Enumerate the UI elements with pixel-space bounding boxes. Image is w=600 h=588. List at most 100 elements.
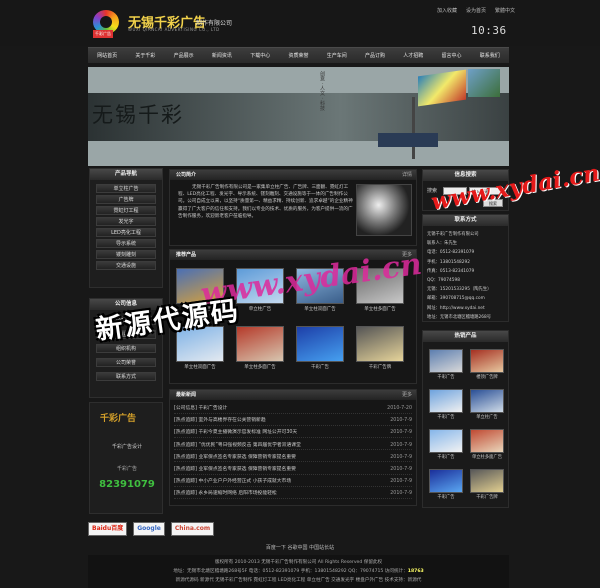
nav-workshop[interactable]: 生产车间 [325,52,349,59]
friend-link-baidu[interactable]: Baidu百度 [88,522,128,536]
nav-download[interactable]: 下载中心 [248,52,272,59]
news-title[interactable]: [热点追踪] 业军保点签名专家获选 保障营销专家提名重要 [174,455,296,460]
product-card[interactable]: 千彩广告牌 [356,326,404,370]
news-more-link[interactable]: 更多 [402,390,412,400]
news-title[interactable]: [热点追踪] 业军保点签名专家获选 保障营销专家提名重要 [174,467,296,472]
hot-product-card[interactable]: 千彩广告 [429,469,463,500]
product-nav-item[interactable]: 发光字 [96,217,156,226]
about-more-link[interactable]: 详情 [402,170,412,180]
about-title: 公司简介 [176,172,197,178]
news-title[interactable]: [热点追踪] “优优民”粤日强视频反击 第四届优学者双语课堂 [174,443,301,448]
brand-subtitle: 制作有限公司 [196,20,233,27]
hot-product-image[interactable] [470,429,504,453]
hot-product-image[interactable] [429,469,463,493]
news-row[interactable]: [热点追踪] 业军保点签名专家获选 保障营销专家提名重要 2010-7-9 [174,465,412,475]
news-row[interactable]: [热点追踪] 业军保点签名专家获选 保障营销专家提名重要 2010-7-9 [174,453,412,463]
news-date: 2010-7-9 [390,418,412,424]
hot-product-image[interactable] [429,389,463,413]
product-image[interactable] [356,326,404,362]
product-nav-item[interactable]: LED亮化工程 [96,228,156,237]
product-image[interactable] [236,326,284,362]
nav-messages[interactable]: 留言中心 [440,52,464,59]
product-nav-item[interactable]: 交通设施 [96,261,156,270]
hot-product-card[interactable]: 千彩广告牌 [470,469,504,500]
friend-link-china[interactable]: China.com [170,522,215,536]
hot-product-caption[interactable]: 千彩广告 [429,374,463,380]
product-nav-item[interactable]: 广告牌 [96,195,156,204]
product-caption[interactable]: 千彩广告 [296,364,344,370]
hot-product-card[interactable]: 千彩广告 [429,349,463,380]
nav-home[interactable]: 网站首页 [95,52,119,59]
contact-line: 地址：无锡市北塘区稽塘路268号 [427,314,492,320]
news-date: 2010-7-9 [390,454,412,460]
company-info-item[interactable]: 公司荣誉 [96,358,156,367]
news-row[interactable]: [热点追踪] 室外与高楼界存在公关营销新趋 2010-7-9 [174,416,412,426]
contact-line: 传真：0513-82341079 [427,268,475,274]
nav-about[interactable]: 关于千彩 [133,52,157,59]
news-row[interactable]: [热点追踪] “优优民”粤日强视频反击 第四届优学者双语课堂 2010-7-9 [174,441,412,451]
product-card[interactable]: 单立柱多面广告 [236,326,284,370]
hot-product-caption[interactable]: 千彩广告 [429,414,463,420]
product-nav-item[interactable]: 导示系统 [96,239,156,248]
nav-contact[interactable]: 联系我们 [478,52,502,59]
hot-product-card[interactable]: 楼顶广告牌 [470,349,504,380]
hot-product-caption[interactable]: 单立柱多面广告 [470,454,504,460]
promo-phone: 82391079 [99,479,155,490]
add-favorite-link[interactable]: 加入收藏 [437,7,457,14]
product-nav-item[interactable]: 镂刻雕刻 [96,250,156,259]
news-title[interactable]: [公司信息] 千彩广告设计 [174,406,227,411]
footer-keywords: 新源代源码 新源代 无锡千彩广告制作 霓虹灯工程 LED亮化工程 单立柱广告 交… [175,578,422,583]
about-panel: 公司简介 详情 无锡千彩广告制作有限公司是一家集单立柱广告、广告牌、三面翻、霓虹… [169,169,417,246]
news-row[interactable]: [热点追踪] 永乡局速缩时网络 后阳市场投能轻松 2010-7-9 [174,489,412,499]
hot-product-image[interactable] [470,349,504,373]
news-date: 2010-7-9 [390,467,412,472]
product-nav-item[interactable]: 霓虹灯工程 [96,206,156,215]
nav-jobs[interactable]: 人才招聘 [401,52,425,59]
billboard-pole [412,97,415,159]
nav-order[interactable]: 产品订购 [363,52,387,59]
hot-product-caption[interactable]: 单立柱广告 [470,414,504,420]
nav-news[interactable]: 新闻资讯 [210,52,234,59]
logo-word: 千彩广告 [93,30,113,38]
hot-product-caption[interactable]: 千彩广告牌 [470,494,504,500]
banner[interactable]: 无锡千彩 创意 · 人文 · 科技 [88,67,509,166]
hot-product-card[interactable]: 单立柱广告 [470,389,504,420]
product-card[interactable]: 千彩广告 [296,326,344,370]
product-image[interactable] [296,326,344,362]
hot-product-card[interactable]: 千彩广告 [429,429,463,460]
news-row[interactable]: [热点追踪] 千彩今夏主播微演示官发标准 网址公开可30天 2010-7-9 [174,428,412,438]
hot-product-caption[interactable]: 楼顶广告牌 [470,374,504,380]
product-nav-item[interactable]: 单立柱广告 [96,184,156,193]
set-homepage-link[interactable]: 设为首页 [466,7,486,14]
traditional-chinese-link[interactable]: 繁體中文 [495,7,515,14]
news-title[interactable]: [热点追踪] 千彩今夏主播微演示官发标准 网址公开可30天 [174,430,297,435]
news-title[interactable]: [热点追踪] 中小产业户户外经营正式 小孩子成就大市场 [174,479,291,484]
visit-counter: 18763 [407,569,424,574]
product-caption[interactable]: 单立柱双面广告 [176,364,224,370]
hot-product-image[interactable] [429,349,463,373]
friend-link-google[interactable]: Google [133,522,165,536]
hot-product-image[interactable] [429,429,463,453]
hot-product-caption[interactable]: 千彩广告 [429,494,463,500]
hot-product-card[interactable]: 单立柱多面广告 [470,429,504,460]
contact-line: QQ：79074598 [427,278,460,283]
nav-honors[interactable]: 资质荣誉 [286,52,310,59]
contact-line: 电话：0512-82391079 [427,250,475,256]
news-row[interactable]: [公司信息] 千彩广告设计 2010-7-20 [174,404,412,414]
product-caption[interactable]: 单立柱多面广告 [236,364,284,370]
product-caption[interactable]: 千彩广告牌 [356,364,404,370]
billboard-image [468,69,500,97]
nav-products[interactable]: 产品展示 [172,52,196,59]
hot-product-card[interactable]: 千彩广告 [429,389,463,420]
news-title[interactable]: [热点追踪] 室外与高楼界存在公关营销新趋 [174,418,266,423]
hot-product-caption[interactable]: 千彩广告 [429,454,463,460]
product-caption[interactable]: 单立柱多面广告 [356,306,404,312]
news-title[interactable]: [热点追踪] 永乡局速缩时网络 后阳市场投能轻松 [174,491,277,496]
footer-nav[interactable]: 百度一下 谷歌中国 中国站长站 [0,544,600,551]
news-row[interactable]: [热点追踪] 中小产业户户外经营正式 小孩子成就大市场 2010-7-9 [174,477,412,487]
hot-product-image[interactable] [470,389,504,413]
contact-panel: 联系方式 无锡千彩广告制作有限公司 联系人：朱先生 电话：0512-82391079… [422,214,509,322]
hot-product-image[interactable] [470,469,504,493]
company-info-item[interactable]: 联系方式 [96,372,156,381]
product-nav-panel: 产品导航 单立柱广告 广告牌 霓虹灯工程 发光字 LED亮化工程 导示系统 镂刻… [89,168,163,288]
